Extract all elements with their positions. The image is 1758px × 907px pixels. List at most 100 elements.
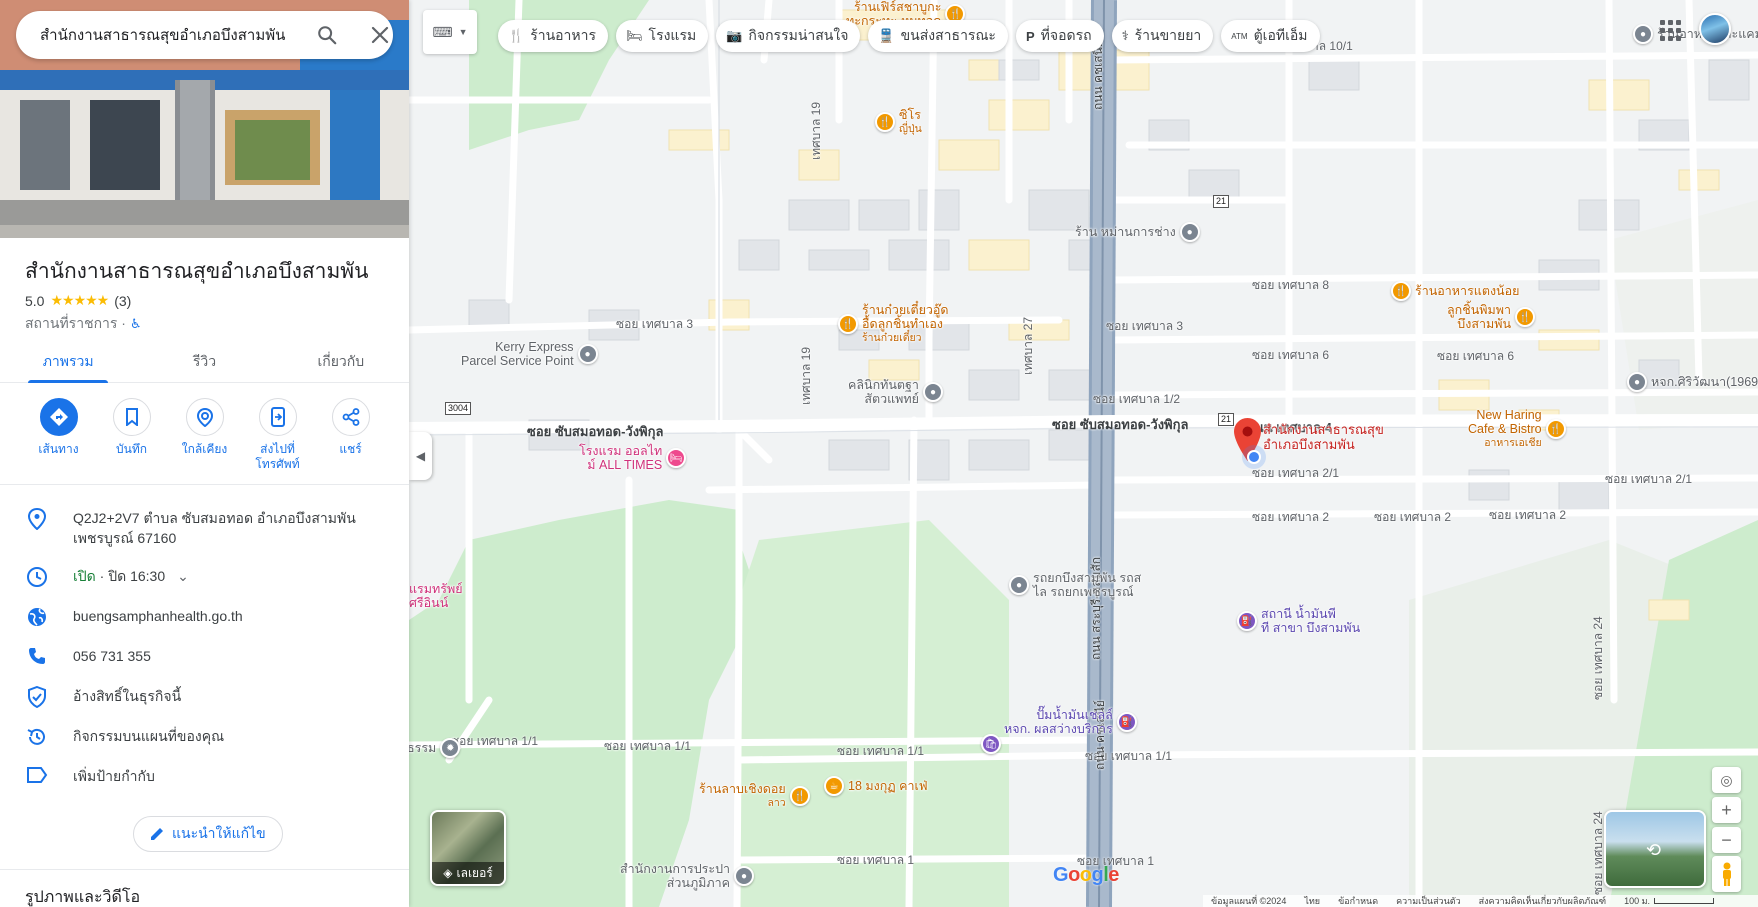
share-button[interactable]: แชร์ bbox=[314, 398, 387, 472]
poi-cafe[interactable]: New Haring Cafe & Bistro อาหารเอเชีย 🍴 bbox=[1468, 408, 1566, 450]
place-category[interactable]: สถานที่ราชการ · bbox=[25, 313, 126, 335]
poi-label: หจก.ศิริวัฒนา(1969) bbox=[1651, 375, 1758, 389]
gas-station-icon: ⛽ bbox=[1237, 611, 1257, 631]
language-link[interactable]: ไทย bbox=[1304, 894, 1320, 907]
google-apps-button[interactable] bbox=[1658, 18, 1682, 42]
chip-atm[interactable]: ATM ตู้เอทีเอ็ม bbox=[1221, 20, 1320, 52]
chip-restaurant[interactable]: 🍴 ร้านอาหาร bbox=[498, 20, 609, 52]
current-location-dot bbox=[1247, 450, 1261, 464]
poi-garage[interactable]: ร้าน หม่านการช่าง ● bbox=[1075, 222, 1200, 242]
pharmacy-icon: ⚕ bbox=[1121, 28, 1129, 43]
poi-gas-station[interactable]: ปั๊มน้ำมันเชลล์ หจก. ผลสว่างบริการ ⛽ bbox=[1004, 708, 1137, 736]
road-label: ซอย ซับสมอทอด-วังพิกุล bbox=[1052, 417, 1189, 432]
claim-business-text: อ้างสิทธิ์ในธุรกิจนี้ bbox=[73, 688, 182, 704]
address-row[interactable]: Q2J2+2V7 ตำบล ซับสมอทอด อำเภอบึงสามพัน เพ… bbox=[0, 508, 409, 548]
close-icon[interactable] bbox=[370, 25, 390, 50]
keyboard-icon: ⌨ bbox=[432, 23, 453, 40]
road-label: ซอย เทศบาล 1/1 bbox=[837, 744, 925, 758]
account-avatar[interactable] bbox=[1699, 13, 1731, 45]
scale-bar[interactable]: 100 ม. bbox=[1624, 894, 1715, 907]
phone-number: 056 731 355 bbox=[73, 648, 151, 664]
directions-button[interactable]: เส้นทาง bbox=[22, 398, 95, 472]
hours-row[interactable]: เปิด · ปิด 16:30 ⌄ bbox=[0, 566, 409, 588]
phone-row[interactable]: 056 731 355 bbox=[0, 646, 409, 666]
route-shield-21: 21 bbox=[1213, 195, 1230, 208]
poi-store[interactable]: ● หจก.ศิริวัฒนา(1969) bbox=[1627, 372, 1758, 392]
poi-restaurant[interactable]: 🍴 ซิโร ญี่ปุ่น bbox=[875, 108, 922, 136]
chip-parking[interactable]: P ที่จอดรถ bbox=[1015, 20, 1104, 52]
layers-button[interactable]: ◈ เลเยอร์ bbox=[430, 810, 506, 886]
tab-0[interactable]: ภาพรวม bbox=[0, 341, 136, 383]
place-photo[interactable] bbox=[0, 0, 409, 238]
poi-hotel[interactable]: โรงแรม ออลไท ม์ ALL TIMES 🛏 bbox=[579, 444, 687, 472]
poi-clinic[interactable]: คลินิกทันตฐา สัตวแพทย์ ● bbox=[848, 378, 943, 406]
road-label: ซอย เทศบาล 2/1 bbox=[1252, 466, 1340, 480]
poi-tow-truck[interactable]: ● รถยกบึงสามพัน รถส ไล รถยกเพชรบูรณ์ bbox=[1009, 571, 1141, 599]
gas-station-icon: ⛽ bbox=[1116, 712, 1137, 732]
add-label-row[interactable]: เพิ่มป้ายกำกับ bbox=[0, 766, 409, 786]
share-icon bbox=[331, 398, 370, 436]
tab-1[interactable]: รีวิว bbox=[136, 341, 272, 382]
poi-label: หจก. ผลสว่างบริการ bbox=[1004, 722, 1113, 736]
road-label: ซอย เทศบาล 1 bbox=[837, 853, 915, 867]
poi-label: ร้านเฟิร์สชาบูกะ bbox=[853, 0, 942, 14]
atm-icon: ATM bbox=[1231, 31, 1248, 41]
search-box[interactable] bbox=[16, 11, 393, 59]
poi-kerry-express[interactable]: Kerry Express Parcel Service Point ● bbox=[461, 340, 598, 368]
restaurant-icon: 🍴 bbox=[1391, 281, 1411, 301]
privacy-link[interactable]: ความเป็นส่วนตัว bbox=[1396, 894, 1461, 907]
camera-icon: 📷 bbox=[726, 28, 743, 43]
poi-camp[interactable]: ● ร้านอาหารและแคมป์ bbox=[1633, 24, 1758, 44]
collapse-panel-button[interactable]: ◀ bbox=[409, 432, 432, 480]
tab-2[interactable]: เกี่ยวกับ bbox=[273, 341, 409, 382]
website-row[interactable]: buengsamphanhealth.go.th bbox=[0, 606, 409, 628]
map-activity-row[interactable]: กิจกรรมบนแผนที่ของคุณ bbox=[0, 726, 409, 748]
terms-link[interactable]: ข้อกำหนด bbox=[1338, 894, 1378, 907]
map-canvas[interactable]: 3004 21 21 ซอย เทศบาล 3 ซอย เทศบาล 3 ซอย… bbox=[409, 0, 1758, 907]
nearby-button[interactable]: ใกล้เคียง bbox=[168, 398, 241, 472]
road-label: ซอย ซับสมอทอด-วังพิกุล bbox=[527, 424, 664, 439]
map-footer: ข้อมูลแผนที่ ©2024 ไทย ข้อกำหนด ความเป็น… bbox=[1203, 895, 1758, 907]
claim-business-row[interactable]: อ้างสิทธิ์ในธุรกิจนี้ bbox=[0, 686, 409, 708]
zoom-in-button[interactable]: + bbox=[1712, 797, 1741, 823]
poi-sublabel: ญี่ปุ่น bbox=[899, 123, 922, 135]
poi-label: บึงสามพัน bbox=[1457, 317, 1511, 331]
street-view-rotate-icon: ⟲ bbox=[1646, 840, 1662, 860]
feedback-link[interactable]: ส่งความคิดเห็นเกี่ยวกับผลิตภัณฑ์ bbox=[1479, 894, 1606, 907]
chip-label: กิจกรรมน่าสนใจ bbox=[748, 27, 849, 43]
input-tools-button[interactable]: ⌨ ▼ bbox=[423, 10, 477, 54]
shopping-bag-icon: 🛍 bbox=[981, 734, 1001, 754]
poi-shopping[interactable]: 🛍 bbox=[981, 734, 1001, 754]
poi-temple[interactable]: ธรรม ✹ bbox=[409, 738, 461, 758]
selected-place-label[interactable]: สำนักงานสาธารณสุข อำเภอบึงสามพัน bbox=[1263, 422, 1384, 452]
poi-label: Cafe & Bistro bbox=[1468, 422, 1542, 436]
shopping-icon: ● bbox=[577, 344, 598, 364]
zoom-out-button[interactable]: − bbox=[1712, 827, 1741, 853]
send-to-phone-button[interactable]: ส่งไปที่ โทรศัพท์ bbox=[241, 398, 314, 472]
chip-transit[interactable]: 🚆 ขนส่งสาธารณะ bbox=[868, 20, 1008, 52]
chip-camera[interactable]: 📷 กิจกรรมน่าสนใจ bbox=[716, 20, 861, 52]
street-view-thumbnail[interactable]: ⟲ bbox=[1604, 810, 1706, 888]
pegman-button[interactable] bbox=[1712, 856, 1741, 892]
poi-cafe[interactable]: ☕ 18 มงกุฏ คาเฟ่ bbox=[824, 776, 928, 796]
search-input[interactable] bbox=[40, 26, 290, 44]
poi-government-office[interactable]: สำนักงานการประปา ส่วนภูมิภาค ● bbox=[620, 862, 755, 890]
poi-restaurant[interactable]: 🍴 ร้านก๋วยเตี๋ยวอู๊ด อื้ดลูกชิ้นทำเอง ร้าน… bbox=[838, 303, 949, 345]
poi-gas-station[interactable]: ⛽ สถานี น้ำมันพี ที สาขา บึงสามพัน bbox=[1237, 607, 1360, 635]
bookmark-button[interactable]: บันทึก bbox=[95, 398, 168, 472]
poi-restaurant[interactable]: 🍴 ร้านอาหารแตงน้อย bbox=[1391, 281, 1519, 301]
suggest-edit-button[interactable]: แนะนำให้แก้ไข bbox=[133, 816, 283, 852]
chip-hotel[interactable]: 🛏 โรงแรม bbox=[616, 20, 709, 52]
phone-icon bbox=[28, 648, 45, 664]
my-location-button[interactable]: ◎ bbox=[1712, 767, 1741, 793]
search-icon[interactable] bbox=[316, 24, 338, 51]
poi-restaurant[interactable]: ลูกชิ้นพิมพา บึงสามพัน 🍴 bbox=[1447, 303, 1535, 331]
chip-pharmacy[interactable]: ⚕ ร้านขายยา bbox=[1111, 20, 1214, 52]
chevron-down-icon: ▼ bbox=[458, 27, 468, 37]
road-label: ซอย เทศบาล 1/2 bbox=[1093, 392, 1181, 406]
place-actions: เส้นทาง บันทึก ใกล้เคียง ส่งไปที่ โทรศัพท์ แช… bbox=[22, 398, 387, 472]
poi-restaurant[interactable]: ร้านลาบเชิงดอย ลาว 🍴 bbox=[699, 782, 810, 810]
poi-hotel[interactable]: แรมทรัพย์ ศรีอินน์ bbox=[409, 582, 463, 610]
map-data-credit: ข้อมูลแผนที่ ©2024 bbox=[1211, 896, 1287, 906]
review-count[interactable]: (3) bbox=[114, 293, 131, 309]
